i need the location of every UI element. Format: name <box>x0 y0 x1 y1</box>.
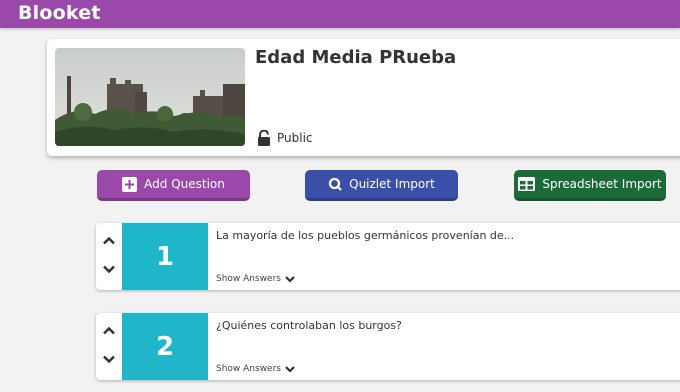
show-answers-toggle[interactable]: Show Answers <box>216 274 295 284</box>
question-text: La mayoría de los pueblos germánicos pro… <box>216 229 515 242</box>
move-down-icon[interactable] <box>103 355 115 364</box>
move-up-icon[interactable] <box>103 326 115 335</box>
show-answers-label: Show Answers <box>216 274 281 284</box>
question-number: 1 <box>122 223 208 290</box>
quizlet-import-label: Quizlet Import <box>349 177 435 191</box>
reorder-controls <box>96 223 122 290</box>
spreadsheet-import-button[interactable]: Spreadsheet Import <box>514 170 666 201</box>
question-number: 2 <box>122 313 208 380</box>
set-info-card: Edad Media PRueba Public <box>47 39 680 156</box>
question-row[interactable]: 2 ¿Quiénes controlaban los burgos? Show … <box>96 313 680 380</box>
chevron-down-icon <box>285 275 295 283</box>
set-title: Edad Media PRueba <box>255 47 457 68</box>
reorder-controls <box>96 313 122 380</box>
show-answers-label: Show Answers <box>216 364 281 374</box>
show-answers-toggle[interactable]: Show Answers <box>216 364 295 374</box>
blooket-logo[interactable]: Blooket <box>18 2 101 24</box>
move-down-icon[interactable] <box>103 265 115 274</box>
move-up-icon[interactable] <box>103 236 115 245</box>
quizlet-icon <box>328 177 342 191</box>
spreadsheet-import-label: Spreadsheet Import <box>542 177 662 191</box>
question-row[interactable]: 1 La mayoría de los pueblos germánicos p… <box>96 223 680 290</box>
add-question-label: Add Question <box>144 177 225 191</box>
quizlet-import-button[interactable]: Quizlet Import <box>305 170 458 201</box>
add-question-button[interactable]: Add Question <box>97 170 250 201</box>
plus-square-icon <box>122 176 138 192</box>
privacy-toggle[interactable]: Public <box>257 130 313 146</box>
chevron-down-icon <box>285 365 295 373</box>
top-bar: Blooket <box>0 0 680 28</box>
table-icon <box>518 177 536 191</box>
set-cover-image[interactable] <box>55 48 245 146</box>
lock-icon <box>258 130 270 146</box>
privacy-label: Public <box>277 131 313 145</box>
question-text: ¿Quiénes controlaban los burgos? <box>216 319 402 332</box>
